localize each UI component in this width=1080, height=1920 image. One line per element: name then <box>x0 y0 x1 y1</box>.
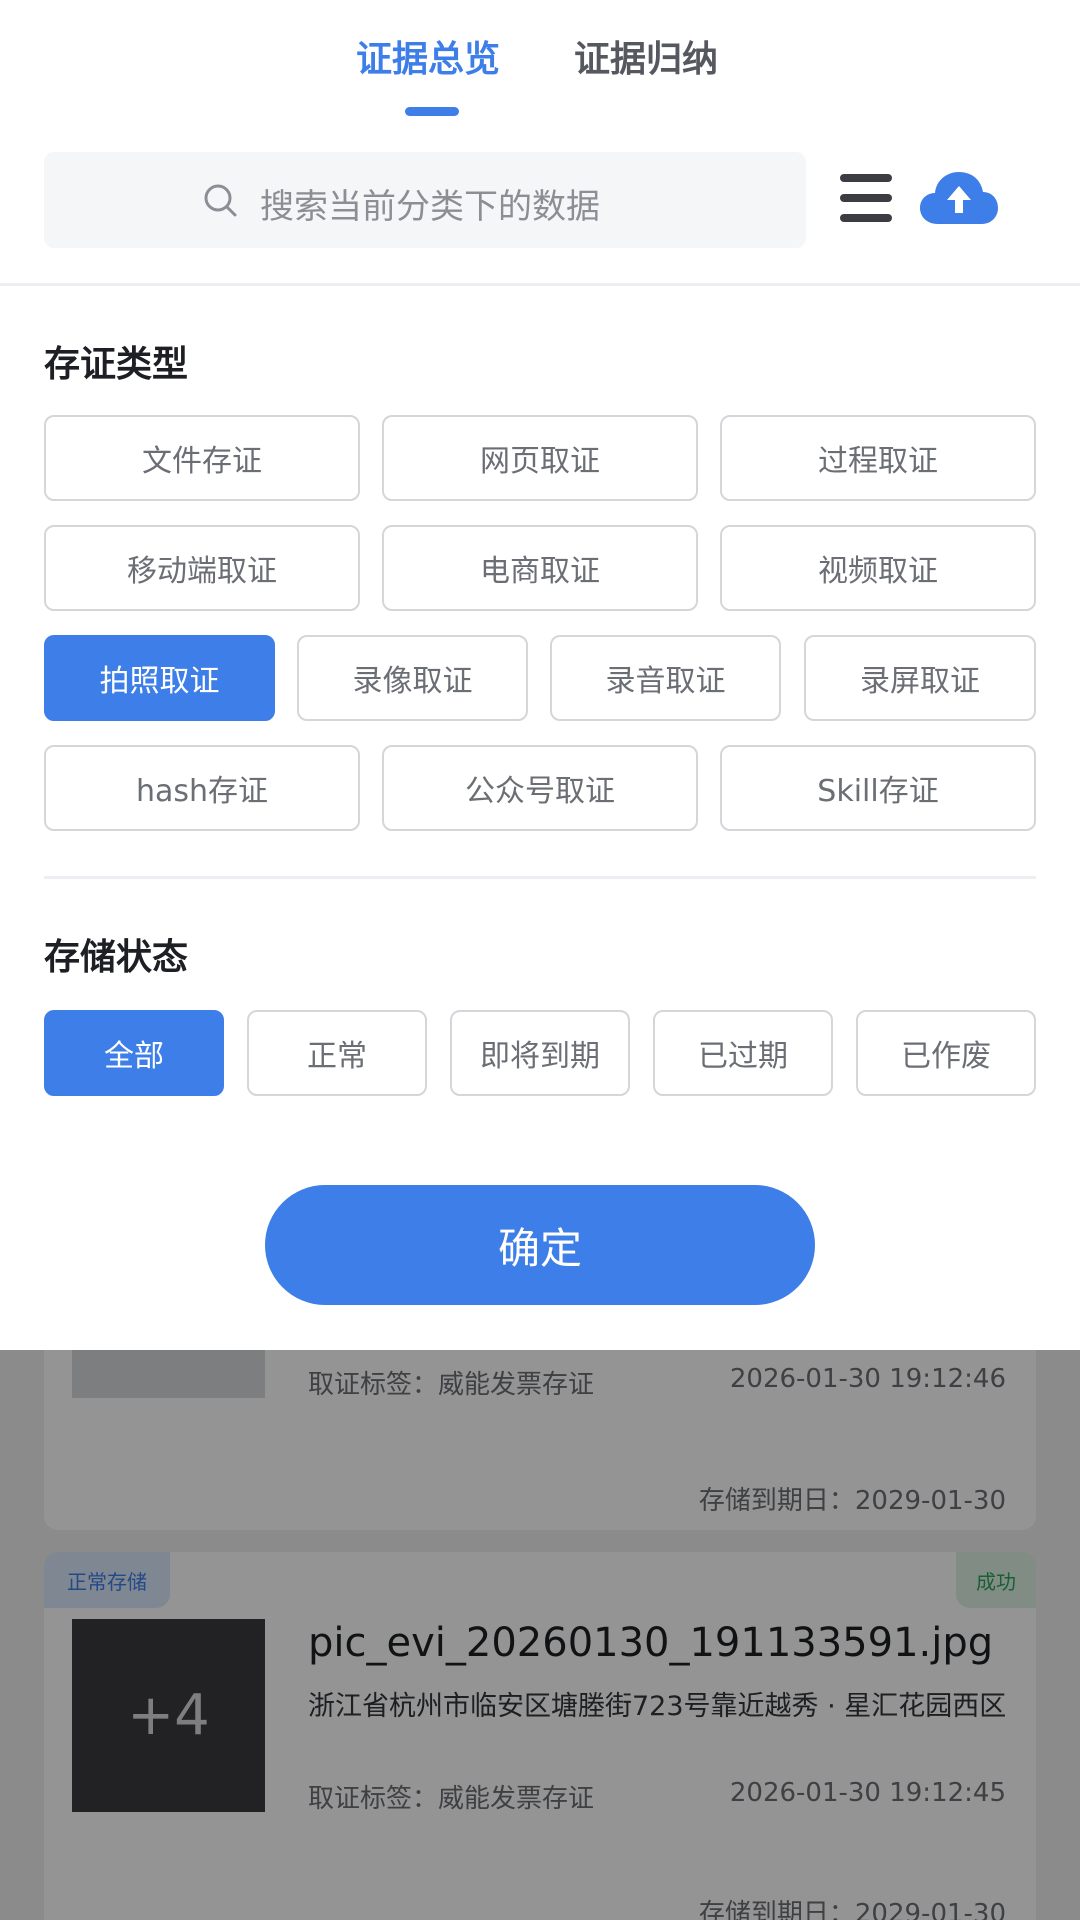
type-chip-webpage[interactable]: 网页取证 <box>382 415 698 501</box>
status-chip-voided[interactable]: 已作废 <box>856 1010 1036 1096</box>
search-icon <box>204 184 237 217</box>
active-tab-indicator <box>405 107 459 116</box>
tab-evidence-overview[interactable]: 证据总览 <box>356 30 500 82</box>
type-chip-process[interactable]: 过程取证 <box>720 415 1036 501</box>
type-chip-photo[interactable]: 拍照取证 <box>44 635 275 721</box>
tab-bar: 证据总览 证据归纳 <box>0 0 1080 130</box>
type-chip-skill[interactable]: Skill存证 <box>720 745 1036 831</box>
type-chip-video[interactable]: 视频取证 <box>720 525 1036 611</box>
type-chip-official-account[interactable]: 公众号取证 <box>382 745 698 831</box>
section-divider <box>44 876 1036 879</box>
storage-status-title: 存储状态 <box>44 937 189 978</box>
filter-panel: 证据总览 证据归纳 搜索当前分类下的数据 存证类型 文件存证 网页取证 过程取证… <box>0 0 1080 1350</box>
tab-evidence-summary[interactable]: 证据归纳 <box>574 30 718 82</box>
type-chip-hash[interactable]: hash存证 <box>44 745 360 831</box>
menu-icon[interactable] <box>838 170 894 226</box>
type-chip-recording[interactable]: 录像取证 <box>297 635 528 721</box>
header-divider <box>0 283 1080 286</box>
confirm-button[interactable]: 确定 <box>265 1185 815 1305</box>
status-chip-all[interactable]: 全部 <box>44 1010 224 1096</box>
type-chip-ecommerce[interactable]: 电商取证 <box>382 525 698 611</box>
type-chip-file[interactable]: 文件存证 <box>44 415 360 501</box>
search-placeholder: 搜索当前分类下的数据 <box>260 187 600 227</box>
evidence-type-title: 存证类型 <box>44 344 189 385</box>
search-input[interactable]: 搜索当前分类下的数据 <box>44 152 806 248</box>
type-chip-mobile[interactable]: 移动端取证 <box>44 525 360 611</box>
status-chip-normal[interactable]: 正常 <box>247 1010 427 1096</box>
cloud-upload-icon[interactable] <box>918 168 1000 230</box>
type-chip-screen[interactable]: 录屏取证 <box>804 635 1036 721</box>
status-chip-expired[interactable]: 已过期 <box>653 1010 833 1096</box>
type-chip-audio[interactable]: 录音取证 <box>550 635 781 721</box>
status-chip-expiring[interactable]: 即将到期 <box>450 1010 630 1096</box>
